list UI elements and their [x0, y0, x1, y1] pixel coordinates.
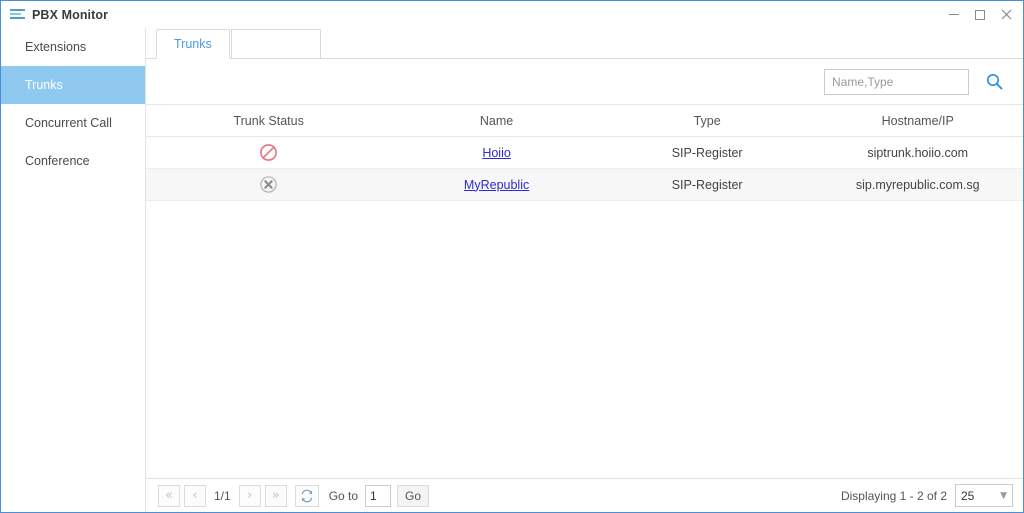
stripes-icon [10, 8, 25, 21]
sidebar-item-conference[interactable]: Conference [1, 142, 145, 180]
sidebar-item-trunks[interactable]: Trunks [1, 66, 145, 104]
table-row[interactable]: Hoiio SIP-Register siptrunk.hoiio.com [146, 136, 1023, 169]
column-header-hostname-ip[interactable]: Hostname/IP [812, 105, 1023, 137]
maximize-button[interactable] [967, 2, 993, 28]
table-body: Hoiio SIP-Register siptrunk.hoiio.com My… [146, 136, 1023, 201]
tab-label: Trunks [174, 37, 212, 51]
goto-page-input[interactable] [365, 484, 392, 507]
cell-trunk-status [146, 168, 392, 201]
sidebar: Extensions Trunks Concurrent Call Confer… [1, 28, 146, 512]
first-page-button[interactable]: « [158, 484, 180, 507]
sidebar-item-label: Concurrent Call [25, 116, 112, 130]
sidebar-item-label: Conference [25, 154, 90, 168]
search-icon [986, 73, 1002, 90]
search-button[interactable] [977, 67, 1011, 97]
close-icon [1001, 9, 1011, 20]
column-header-trunk-status[interactable]: Trunk Status [146, 105, 392, 137]
trunks-table-wrap: Trunk Status Name Type Hostname/IP Hoiio… [146, 105, 1023, 478]
goto-label: Go to [328, 488, 359, 503]
table-empty-area [146, 201, 1023, 478]
next-page-button[interactable]: › [238, 484, 261, 507]
main-split: Extensions Trunks Concurrent Call Confer… [1, 28, 1023, 512]
pagination-bar: « ‹ 1/1 › » Go to Go Displaying [146, 478, 1023, 512]
page-size-select[interactable]: 25 ▼ [955, 484, 1013, 507]
search-input[interactable] [824, 68, 969, 95]
prev-page-button[interactable]: ‹ [184, 484, 206, 507]
tab-strip: Trunks [146, 28, 1023, 59]
trunks-table: Trunk Status Name Type Hostname/IP Hoiio… [146, 105, 1023, 201]
column-header-name[interactable]: Name [391, 105, 602, 137]
maximize-icon [975, 9, 985, 20]
cell-trunk-status [146, 136, 392, 169]
refresh-button[interactable] [294, 484, 319, 507]
title-bar: PBX Monitor [1, 1, 1023, 28]
minimize-icon [949, 14, 959, 15]
cell-name: MyRepublic [391, 168, 602, 201]
go-button[interactable]: Go [397, 484, 430, 507]
circle-x-icon [260, 176, 277, 193]
close-button[interactable] [993, 2, 1019, 28]
sidebar-item-label: Extensions [25, 40, 87, 54]
table-header: Trunk Status Name Type Hostname/IP [146, 105, 1023, 137]
prohibited-icon [260, 144, 278, 161]
pagination-right: Displaying 1 - 2 of 2 25 ▼ [841, 484, 1013, 507]
toolbar [146, 59, 1023, 105]
window-title: PBX Monitor [32, 7, 109, 22]
sidebar-item-extensions[interactable]: Extensions [1, 28, 145, 66]
window-controls [941, 1, 1019, 28]
chevron-down-icon: ▼ [1000, 490, 1007, 501]
tab-trunks[interactable]: Trunks [156, 29, 230, 59]
pbx-monitor-window: PBX Monitor Extensions Trunks Concurrent… [0, 0, 1024, 513]
sidebar-item-label: Trunks [25, 78, 63, 92]
cell-hostname-ip: siptrunk.hoiio.com [812, 136, 1023, 169]
column-header-type[interactable]: Type [601, 105, 813, 137]
cell-type: SIP-Register [601, 136, 813, 169]
refresh-icon [301, 489, 313, 502]
sidebar-item-concurrent-call[interactable]: Concurrent Call [1, 104, 145, 142]
page-size-value: 25 [961, 488, 975, 503]
displaying-status: Displaying 1 - 2 of 2 [840, 488, 947, 503]
tab-placeholder [230, 29, 321, 58]
trunk-name-link[interactable]: MyRepublic [464, 178, 529, 192]
content-pane: Trunks Trunk Sta [146, 28, 1023, 512]
cell-type: SIP-Register [601, 168, 813, 201]
trunk-name-link[interactable]: Hoiio [482, 146, 511, 160]
minimize-button[interactable] [941, 2, 967, 28]
header-row: Trunk Status Name Type Hostname/IP [146, 105, 1023, 137]
page-indicator: 1/1 [214, 488, 231, 503]
table-row[interactable]: MyRepublic SIP-Register sip.myrepublic.c… [146, 168, 1023, 201]
last-page-button[interactable]: » [264, 484, 287, 507]
cell-name: Hoiio [391, 136, 602, 169]
cell-hostname-ip: sip.myrepublic.com.sg [812, 168, 1023, 201]
